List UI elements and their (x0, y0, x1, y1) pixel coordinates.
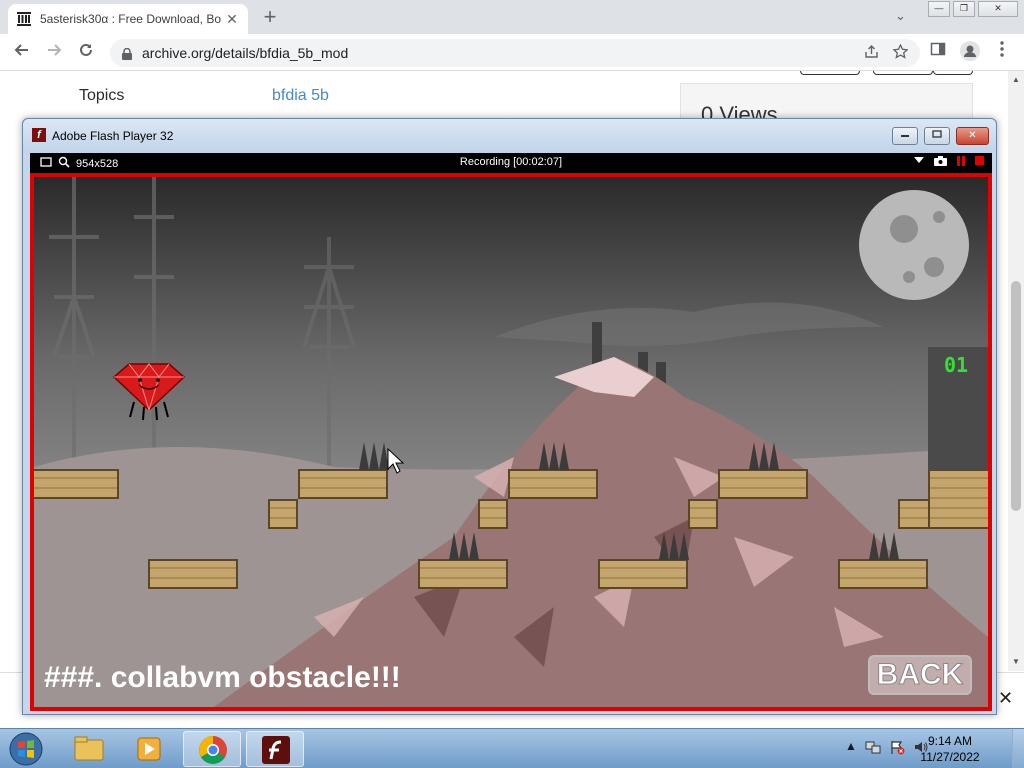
browser-restore-button[interactable]: ❐ (953, 1, 975, 17)
moon (859, 190, 969, 300)
topics-label: Topics (79, 87, 125, 104)
scroll-down-icon[interactable]: ▼ (1012, 657, 1020, 666)
archive-favicon-icon (16, 11, 32, 27)
browser-tab-strip: 5asterisk30α : Free Download, Bo ✕ + ⌄ —… (0, 0, 1024, 34)
menu-kebab-icon[interactable] (990, 41, 1014, 65)
pause-icon[interactable] (957, 156, 965, 169)
tab-close-icon[interactable]: ✕ (224, 11, 240, 28)
moon-crater (903, 271, 915, 283)
recording-status: Recording [00:02:07] (459, 156, 563, 168)
flash-titlebar[interactable]: f Adobe Flash Player 32 ✕ (23, 119, 996, 153)
platform (268, 499, 298, 529)
lock-icon (122, 47, 132, 60)
page-action-button[interactable] (933, 71, 973, 75)
chrome-icon (199, 736, 227, 764)
flash-maximize-button[interactable] (924, 127, 950, 145)
flash-logo-icon: f (32, 128, 46, 142)
system-tray: ▲ (845, 739, 929, 758)
browser-tab[interactable]: 5asterisk30α : Free Download, Bo ✕ (8, 4, 248, 34)
network-icon[interactable] (865, 739, 881, 758)
stop-icon[interactable] (975, 156, 984, 169)
media-player-icon (137, 737, 161, 761)
taskbar-explorer[interactable] (60, 731, 118, 767)
browser-minimize-button[interactable]: — (928, 1, 950, 17)
platform (928, 469, 988, 529)
bookmark-star-icon[interactable] (892, 43, 909, 63)
spike-group (539, 442, 569, 470)
platform (478, 499, 508, 529)
flash-player-window: f Adobe Flash Player 32 ✕ 954x528 Record… (22, 118, 997, 715)
taskbar: ▲ 9:14 AM 11/27/2022 (0, 728, 1024, 768)
spike-group (869, 532, 899, 560)
flash-window-title: Adobe Flash Player 32 (52, 129, 174, 143)
taskbar-flash-player[interactable] (246, 731, 304, 767)
back-arrow-icon[interactable] (10, 41, 34, 65)
browser-close-button[interactable]: ✕ (978, 1, 1018, 17)
flash-minimize-button[interactable] (892, 127, 918, 145)
side-panel-icon[interactable] (926, 41, 950, 65)
profile-avatar-icon[interactable] (958, 41, 982, 65)
clock-date: 11/27/2022 (920, 750, 980, 764)
start-button[interactable] (2, 730, 52, 768)
page-scrollbar[interactable]: ▲ ▼ (1008, 71, 1024, 671)
scroll-thumb[interactable] (1011, 281, 1021, 511)
clock-time: 9:14 AM (927, 734, 973, 748)
folder-icon (74, 736, 104, 761)
camera-icon[interactable] (934, 156, 947, 169)
scroll-up-icon[interactable]: ▲ (1012, 75, 1020, 84)
platform (718, 469, 808, 499)
taskbar-media-player[interactable] (120, 731, 178, 767)
new-tab-button[interactable]: + (258, 6, 282, 30)
page-action-button[interactable] (800, 71, 860, 75)
tray-expand-icon[interactable]: ▲ (845, 739, 857, 758)
level-caption: ###. collabvm obstacle!!! (44, 661, 401, 694)
flash-player-icon (262, 736, 290, 764)
page-action-button[interactable] (873, 71, 933, 75)
tab-title: 5asterisk30α : Free Download, Bo (40, 12, 222, 26)
platform (418, 559, 508, 589)
address-bar[interactable]: archive.org/details/bfdia_5b_mod (110, 39, 920, 67)
forward-arrow-icon[interactable] (42, 41, 66, 65)
spike-group (659, 532, 689, 560)
platform (148, 559, 238, 589)
platform (838, 559, 928, 589)
bottom-close-icon[interactable]: ✕ (998, 688, 1013, 709)
platform (598, 559, 688, 589)
back-button[interactable]: BACK (868, 655, 972, 695)
spike-group (749, 442, 779, 470)
dropdown-icon[interactable] (914, 156, 924, 169)
system-clock[interactable]: 9:14 AM 11/27/2022 (920, 733, 980, 765)
moon-crater (933, 211, 945, 223)
topics-link[interactable]: bfdia 5b (272, 87, 329, 105)
recorder-bar: 954x528 Recording [00:02:07] (30, 153, 992, 173)
platform (298, 469, 388, 499)
flash-close-button[interactable]: ✕ (956, 127, 989, 145)
taskbar-chrome[interactable] (183, 731, 241, 767)
windows-logo-icon (9, 732, 43, 766)
show-desktop-button[interactable] (1012, 729, 1024, 768)
action-center-flag-icon[interactable] (889, 739, 905, 758)
spike-group (359, 442, 389, 470)
moon-crater (924, 257, 944, 277)
game-scene (34, 177, 988, 707)
platform (688, 499, 718, 529)
screen: 5asterisk30α : Free Download, Bo ✕ + ⌄ —… (0, 0, 1024, 768)
platform (508, 469, 598, 499)
reload-icon[interactable] (74, 41, 98, 65)
tab-search-icon[interactable]: ⌄ (895, 8, 906, 24)
spike-group (449, 532, 479, 560)
moon-crater (890, 215, 918, 243)
game-canvas[interactable]: 01 ###. collabvm obstacle!!! BACK (30, 173, 992, 711)
browser-toolbar: archive.org/details/bfdia_5b_mod (0, 34, 1024, 71)
share-icon[interactable] (864, 44, 879, 63)
platform (898, 499, 930, 529)
platform (34, 469, 119, 499)
level-counter: 01 (944, 353, 969, 377)
url-text: archive.org/details/bfdia_5b_mod (142, 45, 349, 61)
